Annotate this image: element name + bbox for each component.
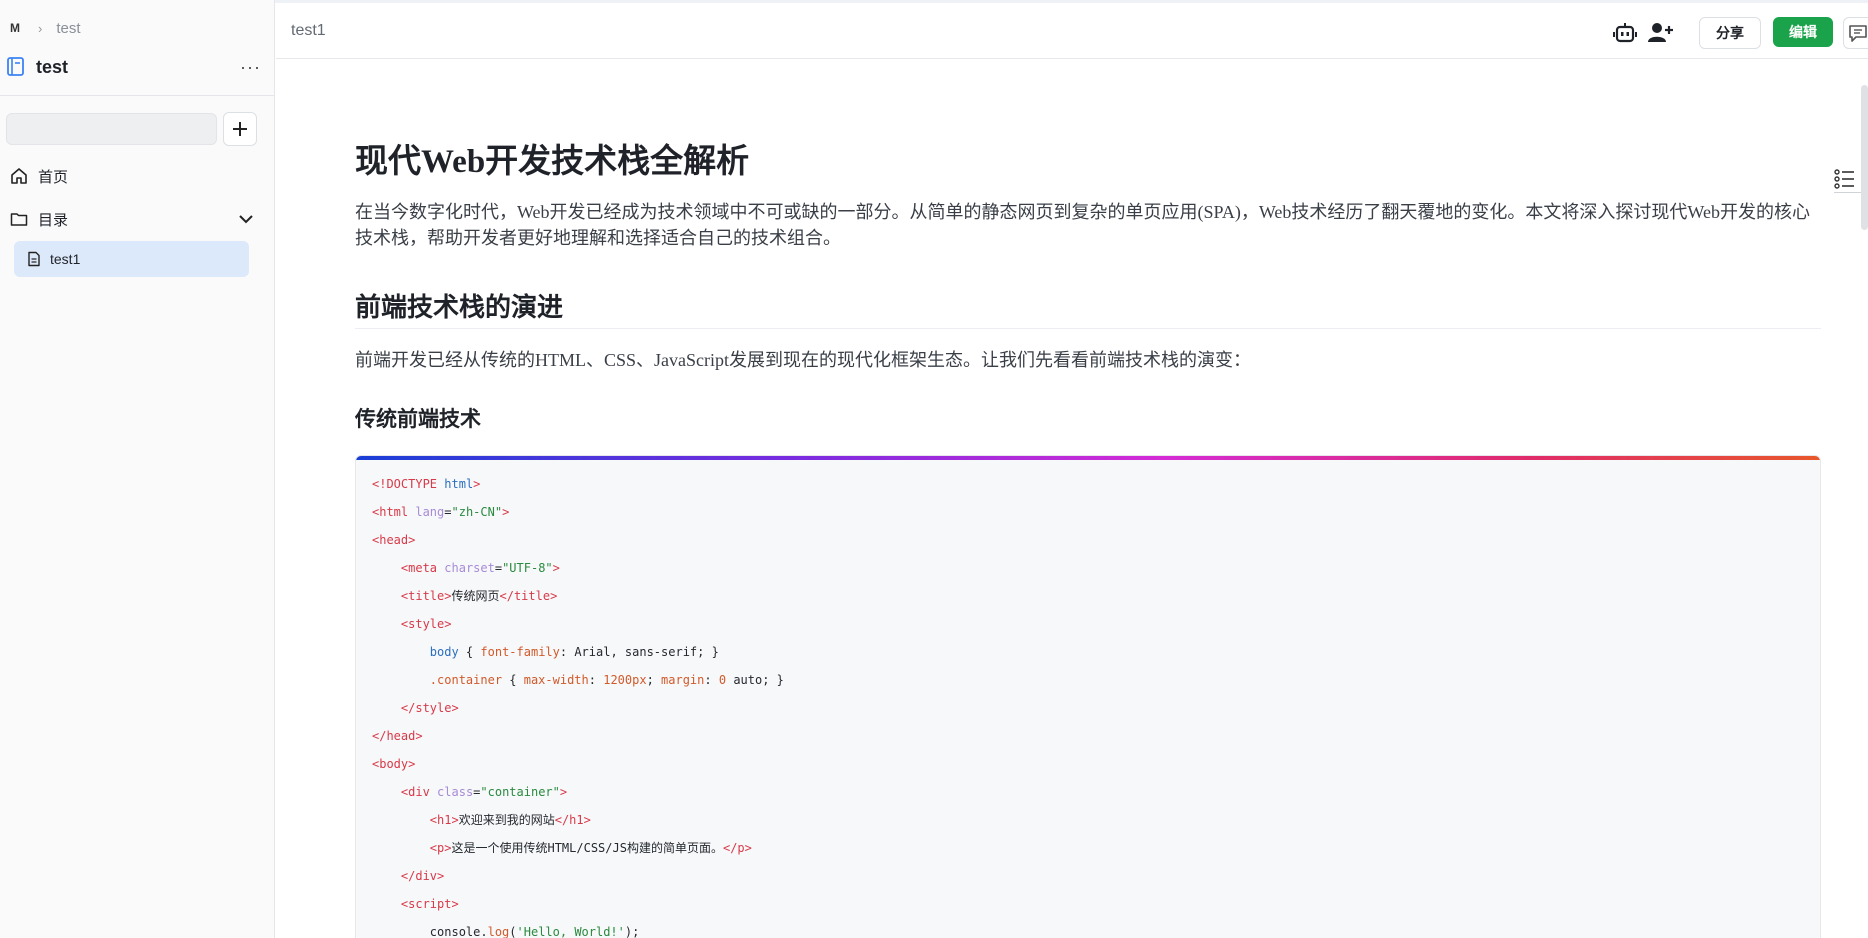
subsection-heading: 传统前端技术: [355, 407, 481, 431]
sidebar-item-catalog[interactable]: 目录: [10, 206, 255, 232]
page-title: test1: [291, 22, 326, 39]
plus-icon: [233, 122, 247, 136]
code-line: <head>: [372, 533, 416, 547]
book-icon: [7, 57, 24, 76]
code-line: <html lang="zh-CN">: [372, 505, 510, 519]
code-line: </head>: [372, 729, 423, 743]
add-user-icon[interactable]: [1647, 19, 1675, 47]
sidebar: M › test test ··· 首页 目录 test1: [0, 0, 275, 938]
space-title: test: [36, 56, 69, 77]
add-doc-button[interactable]: [223, 112, 257, 146]
edit-button[interactable]: 编辑: [1773, 17, 1833, 47]
section-heading: 前端技术栈的演进: [355, 293, 564, 322]
breadcrumb: M › test: [8, 18, 81, 38]
chevron-right-icon: ›: [38, 20, 43, 36]
code-line: .container { max-width: 1200px; margin: …: [429, 673, 784, 687]
space-header: test ···: [6, 55, 261, 79]
sidebar-item-home[interactable]: 首页: [10, 163, 255, 189]
table-of-contents-icon[interactable]: [1834, 168, 1856, 190]
intro-paragraph: 在当今数字化时代，Web开发已经成为技术领域中不可或缺的一部分。从简单的静态网页…: [355, 202, 1810, 248]
code-line: <style>: [400, 617, 452, 631]
code-line: <div class="container">: [400, 785, 568, 799]
comment-icon[interactable]: [1843, 17, 1868, 49]
code-line: <title>传统网页</title>: [400, 589, 558, 603]
code-line: <script>: [400, 897, 459, 911]
sidebar-item-label: 首页: [38, 168, 69, 186]
code-line: <!DOCTYPE html>: [372, 477, 481, 491]
scrollbar-thumb[interactable]: [1861, 85, 1868, 230]
share-button[interactable]: 分享: [1699, 17, 1761, 49]
code-line: <body>: [372, 757, 416, 771]
sidebar-item-label: 目录: [38, 211, 69, 229]
robot-icon[interactable]: [1611, 19, 1639, 47]
sidebar-doc-label: test1: [50, 251, 81, 267]
document-header: test1 分享 编辑: [276, 3, 1868, 59]
heading-divider: [355, 328, 1821, 329]
toc-divider: [1834, 192, 1864, 193]
code-block[interactable]: <!DOCTYPE html> <html lang="zh-CN"> <head>…: [355, 455, 1821, 938]
chevron-down-icon[interactable]: [237, 210, 255, 228]
sidebar-doc-item[interactable]: test1: [14, 241, 249, 277]
app-logo-icon[interactable]: M: [8, 21, 22, 35]
code-content: <!DOCTYPE html> <html lang="zh-CN"> <head>…: [372, 470, 784, 938]
code-line: </style>: [400, 701, 459, 715]
code-line: body { font-family: Arial, sans-serif; }: [429, 645, 719, 659]
breadcrumb-space[interactable]: test: [56, 20, 80, 37]
search-input[interactable]: [6, 113, 217, 145]
document-content: 现代Web开发技术栈全解析 在当今数字化时代，Web开发已经成为技术领域中不可或…: [355, 60, 1821, 938]
code-line: console.log('Hello, World!');: [429, 925, 640, 938]
code-block-gradient-bar: [356, 456, 1820, 460]
code-line: <meta charset="UTF-8">: [400, 561, 560, 575]
sidebar-divider: [0, 95, 275, 96]
article-title: 现代Web开发技术栈全解析: [355, 144, 750, 180]
code-line: <p>这是一个使用传统HTML/CSS/JS构建的简单页面。</p>: [429, 841, 752, 855]
code-line: <h1>欢迎来到我的网站</h1>: [429, 813, 591, 827]
document-icon: [28, 251, 40, 267]
code-line: </div>: [400, 869, 445, 883]
section-paragraph: 前端开发已经从传统的HTML、CSS、JavaScript发展到现在的现代化框架…: [355, 350, 1251, 370]
more-options-icon[interactable]: ···: [240, 57, 261, 78]
folder-icon: [10, 213, 28, 226]
home-icon: [11, 168, 27, 184]
